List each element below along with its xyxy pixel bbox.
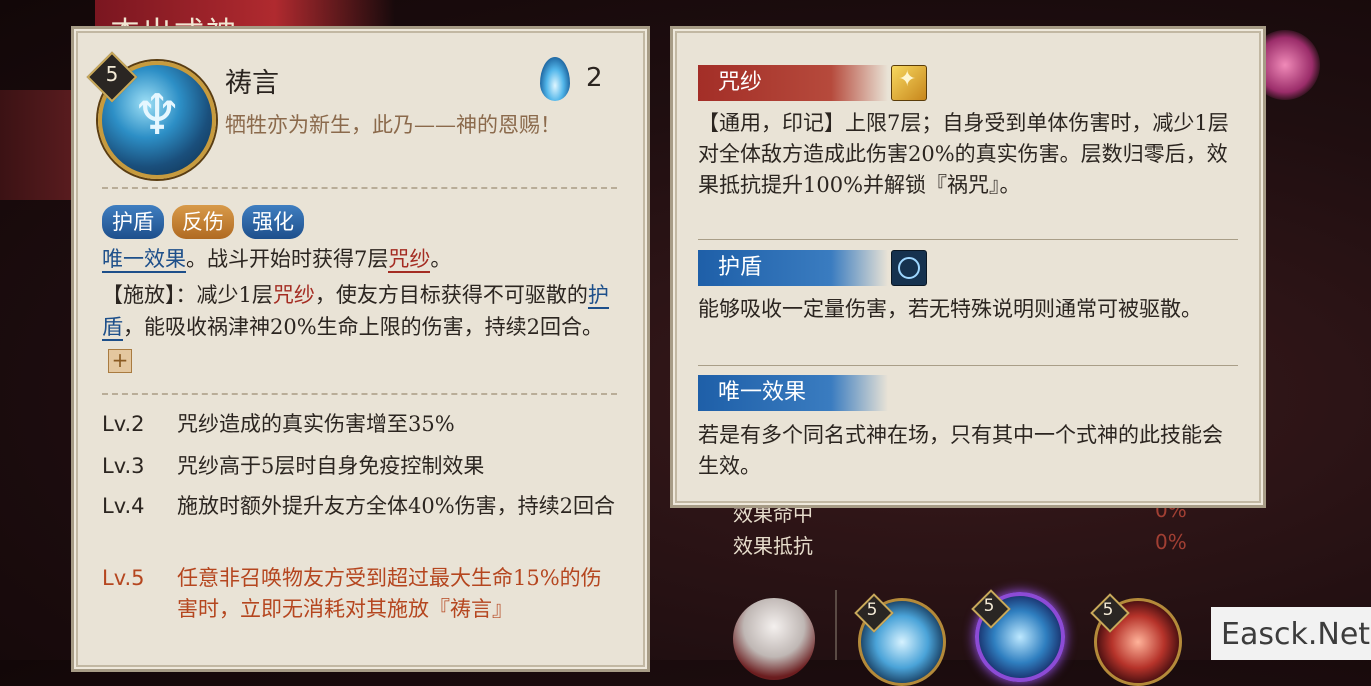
unique-effect-text: 。战斗开始时获得7层 — [186, 247, 389, 271]
onibi-flame-icon — [540, 57, 570, 101]
cast-end: ，能吸收祸津神20%生命上限的伤害，持续2回合。 — [123, 315, 604, 339]
skill-avatar-2-level: 5 — [983, 596, 995, 616]
tag-reflect: 反伤 — [172, 205, 234, 239]
level-text: 咒纱造成的真实伤害增至35% — [177, 412, 455, 436]
glossary-title-shield: 护盾 — [698, 250, 888, 286]
unique-effect-link[interactable]: 唯一效果 — [102, 247, 186, 273]
unique-effect-line: 唯一效果。战斗开始时获得7层咒纱。 — [102, 243, 617, 275]
avatar-divider — [835, 590, 837, 660]
skill-name: 祷言 — [225, 68, 279, 99]
expand-button[interactable]: + — [108, 348, 132, 373]
glossary-panel: 咒纱 【通用，印记】上限7层；自身受到单体伤害时，减少1层对全体敌方造成此伤害2… — [670, 26, 1266, 508]
cast-curse-veil-link[interactable]: 咒纱 — [273, 283, 315, 307]
glossary-text-curse-veil: 【通用，印记】上限7层；自身受到单体伤害时，减少1层对全体敌方造成此伤害20%的… — [698, 111, 1229, 197]
tag-enhance: 强化 — [242, 205, 304, 239]
glossary-text-unique-effect: 若是有多个同名式神在场，只有其中一个式神的此技能会生效。 — [698, 423, 1223, 478]
tag-shield: 护盾 — [102, 205, 164, 239]
skill-flavor-text: 牺牲亦为新生，此乃——神的恩赐！ — [225, 113, 561, 137]
level-text: 任意非召唤物友方受到超过最大生命15%的伤害时，立即无消耗对其施放『祷言』 — [177, 566, 602, 621]
glossary-separator — [698, 365, 1238, 366]
unique-effect-end: 。 — [430, 247, 452, 271]
skill-tags: 护盾 反伤 强化 — [102, 205, 304, 239]
curse-veil-icon — [891, 65, 927, 101]
cast-middle: ，使友方目标获得不可驱散的 — [314, 283, 588, 307]
curse-veil-link[interactable]: 咒纱 — [388, 247, 431, 273]
watermark: Easck.Net — [1211, 607, 1371, 660]
level-row: Lv.3 咒纱高于5层时自身免疫控制效果 — [102, 451, 622, 482]
avatar-character[interactable] — [733, 598, 815, 680]
divider — [102, 393, 617, 395]
spirit-figure-icon: ♆ — [132, 83, 183, 148]
skill-avatar-1-level: 5 — [866, 600, 878, 620]
skill-detail-panel: ♆ 5 祷言 2 牺牲亦为新生，此乃——神的恩赐！ 护盾 反伤 强化 唯一效果。… — [71, 26, 650, 672]
glossary-title-curse-veil: 咒纱 — [698, 65, 888, 101]
level-row: Lv.4 施放时额外提升友方全体40%伤害，持续2回合 — [102, 491, 622, 522]
skill-level: 5 — [105, 62, 119, 86]
stat-value-resist: 0% — [1155, 530, 1187, 554]
glossary-separator — [698, 239, 1238, 240]
skill-avatar-3-level: 5 — [1102, 600, 1114, 620]
stat-label-resist: 效果抵抗 — [733, 534, 813, 558]
skill-cost: 2 — [586, 63, 603, 93]
level-row-current: Lv.5 任意非召唤物友方受到超过最大生命15%的伤害时，立即无消耗对其施放『祷… — [102, 563, 622, 625]
level-label: Lv.4 — [102, 494, 145, 518]
level-text: 咒纱高于5层时自身免疫控制效果 — [177, 454, 485, 478]
level-label: Lv.2 — [102, 412, 145, 436]
level-label: Lv.3 — [102, 454, 145, 478]
cast-prefix: 【施放】：减少1层 — [102, 283, 273, 307]
watermark-text: Easck.Net — [1221, 617, 1371, 652]
level-text: 施放时额外提升友方全体40%伤害，持续2回合 — [177, 494, 616, 518]
level-row: Lv.2 咒纱造成的真实伤害增至35% — [102, 409, 622, 440]
divider — [102, 187, 617, 189]
cast-description: 【施放】：减少1层咒纱，使友方目标获得不可驱散的护盾，能吸收祸津神20%生命上限… — [102, 279, 617, 375]
glossary-title-unique-effect: 唯一效果 — [698, 375, 888, 411]
glossary-text-shield: 能够吸收一定量伤害，若无特殊说明则通常可被驱散。 — [698, 297, 1202, 321]
shield-icon — [891, 250, 927, 286]
level-label: Lv.5 — [102, 566, 145, 590]
background-decoration — [0, 90, 75, 200]
